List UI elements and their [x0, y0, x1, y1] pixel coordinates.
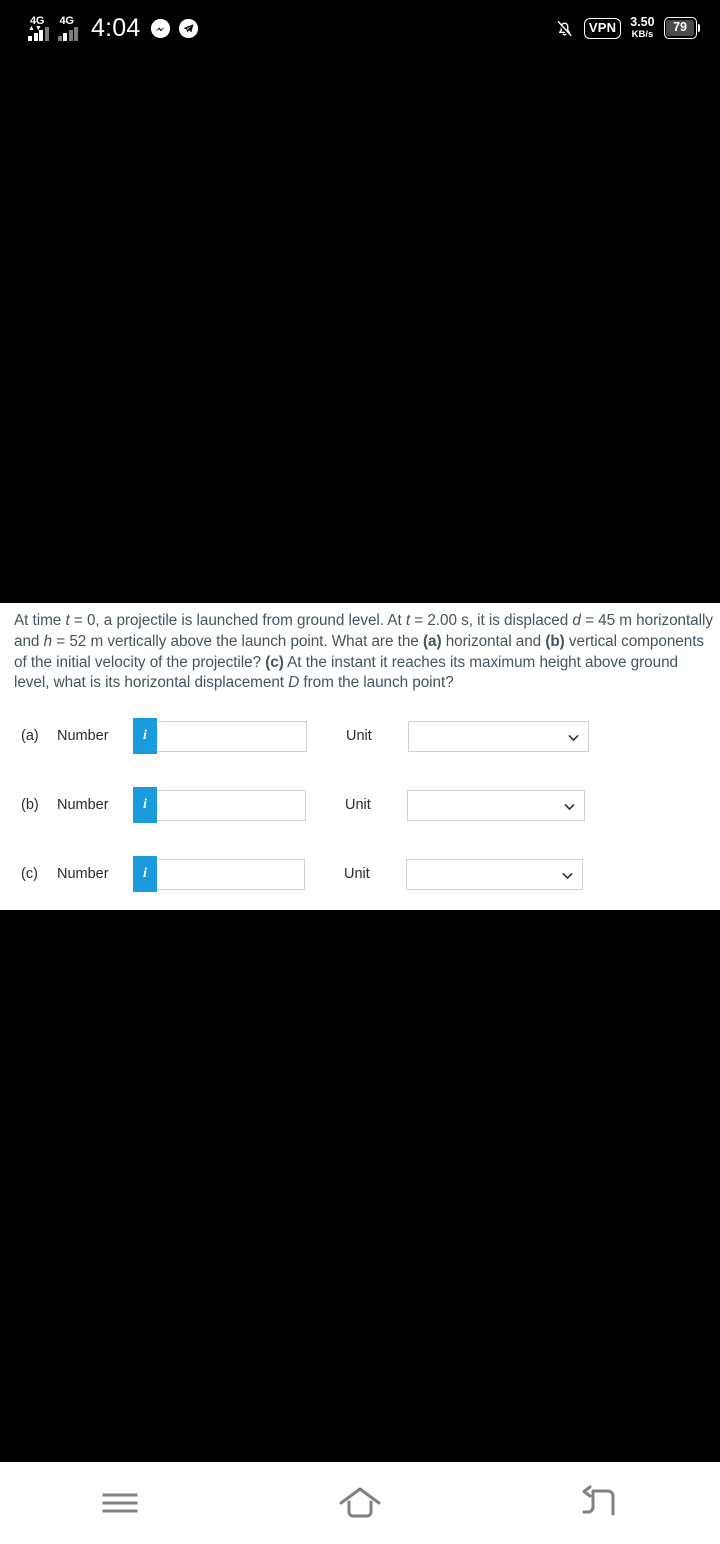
row-c-tag: (c) — [21, 865, 38, 882]
chevron-down-icon — [562, 869, 573, 880]
network-speed-indicator: 3.50 KB/s — [630, 16, 654, 40]
part-label-c: (c) — [265, 653, 284, 671]
row-c-number-label: Number — [57, 865, 109, 882]
home-button[interactable] — [305, 1462, 415, 1544]
row-a-number-label: Number — [57, 727, 109, 744]
sim1-data-arrows: ▲▼ — [28, 25, 42, 32]
row-c-info-button[interactable]: i — [133, 856, 157, 893]
question-seg-5: = 52 m vertically above the launch point… — [52, 632, 423, 650]
var-d: d — [572, 612, 581, 629]
status-bar-right: VPN 3.50 KB/s 79 — [554, 16, 700, 40]
sim2-signal-icon: 4G — [57, 15, 78, 41]
answer-row-b: (b) Number i Unit — [0, 787, 720, 824]
question-seg-6: horizontal and — [441, 632, 546, 650]
row-a-tag: (a) — [21, 727, 39, 744]
part-label-a: (a) — [422, 632, 442, 650]
answer-row-a: (a) Number i Unit — [0, 718, 720, 755]
network-speed-value: 3.50 — [630, 15, 655, 30]
row-c-unit-select[interactable] — [406, 858, 583, 890]
home-icon — [336, 1484, 384, 1522]
row-b-number-input[interactable] — [157, 789, 306, 821]
row-b-tag: (b) — [21, 796, 39, 813]
question-seg-1: At time — [14, 612, 66, 629]
question-seg-2: = 0, a projectile is launched from groun… — [69, 612, 406, 629]
sim1-signal-icon: 4G ▲▼ — [28, 15, 49, 41]
row-b-unit-label: Unit — [345, 796, 371, 813]
question-seg-3: = 2.00 s, it is displaced — [410, 612, 573, 629]
recents-button[interactable] — [65, 1462, 175, 1544]
var-D: D — [288, 674, 300, 692]
sim2-network-label: 4G — [59, 15, 74, 27]
battery-percent-label: 79 — [666, 19, 694, 37]
sim2-signal-bars — [57, 27, 78, 41]
answer-rows: (a) Number i Unit (b) Number i Unit (c) … — [0, 718, 720, 893]
question-seg-9: from the launch point? — [299, 674, 454, 692]
row-c-number-input[interactable] — [157, 858, 305, 890]
question-sheet: At time t = 0, a projectile is launched … — [0, 603, 720, 910]
row-a-number-input[interactable] — [157, 720, 307, 752]
android-navigation-bar — [0, 1462, 720, 1544]
bell-mute-icon — [554, 18, 575, 39]
row-b-number-label: Number — [57, 796, 109, 813]
messenger-icon — [151, 18, 171, 38]
row-b-info-button[interactable]: i — [133, 787, 157, 824]
back-arrow-icon — [578, 1485, 622, 1521]
hamburger-icon — [100, 1488, 140, 1518]
status-bar-clock: 4:04 — [91, 13, 141, 42]
back-button[interactable] — [545, 1462, 655, 1544]
row-a-info-button[interactable]: i — [133, 718, 157, 755]
telegram-icon — [179, 18, 199, 38]
part-label-b: (b) — [545, 632, 565, 650]
chevron-down-icon — [564, 800, 575, 811]
status-bar-left: 4G ▲▼ 4G 4:04 — [28, 13, 199, 42]
answer-row-c: (c) Number i Unit — [0, 856, 720, 893]
question-text: At time t = 0, a projectile is launched … — [0, 603, 720, 694]
chevron-down-icon — [568, 731, 579, 742]
var-h: h — [43, 632, 53, 650]
status-bar: 4G ▲▼ 4G 4:04 VPN 3.50 KB/s 79 — [0, 0, 720, 56]
row-c-unit-label: Unit — [344, 865, 370, 882]
phone-screen: 4G ▲▼ 4G 4:04 VPN 3.50 KB/s 79 At time t… — [0, 0, 720, 1544]
battery-icon: 79 — [663, 17, 700, 39]
row-b-unit-select[interactable] — [407, 789, 585, 821]
row-a-unit-label: Unit — [346, 727, 372, 744]
vpn-badge: VPN — [583, 17, 622, 39]
network-speed-unit: KB/s — [631, 29, 654, 41]
row-a-unit-select[interactable] — [408, 720, 589, 752]
battery-nub — [697, 24, 700, 32]
